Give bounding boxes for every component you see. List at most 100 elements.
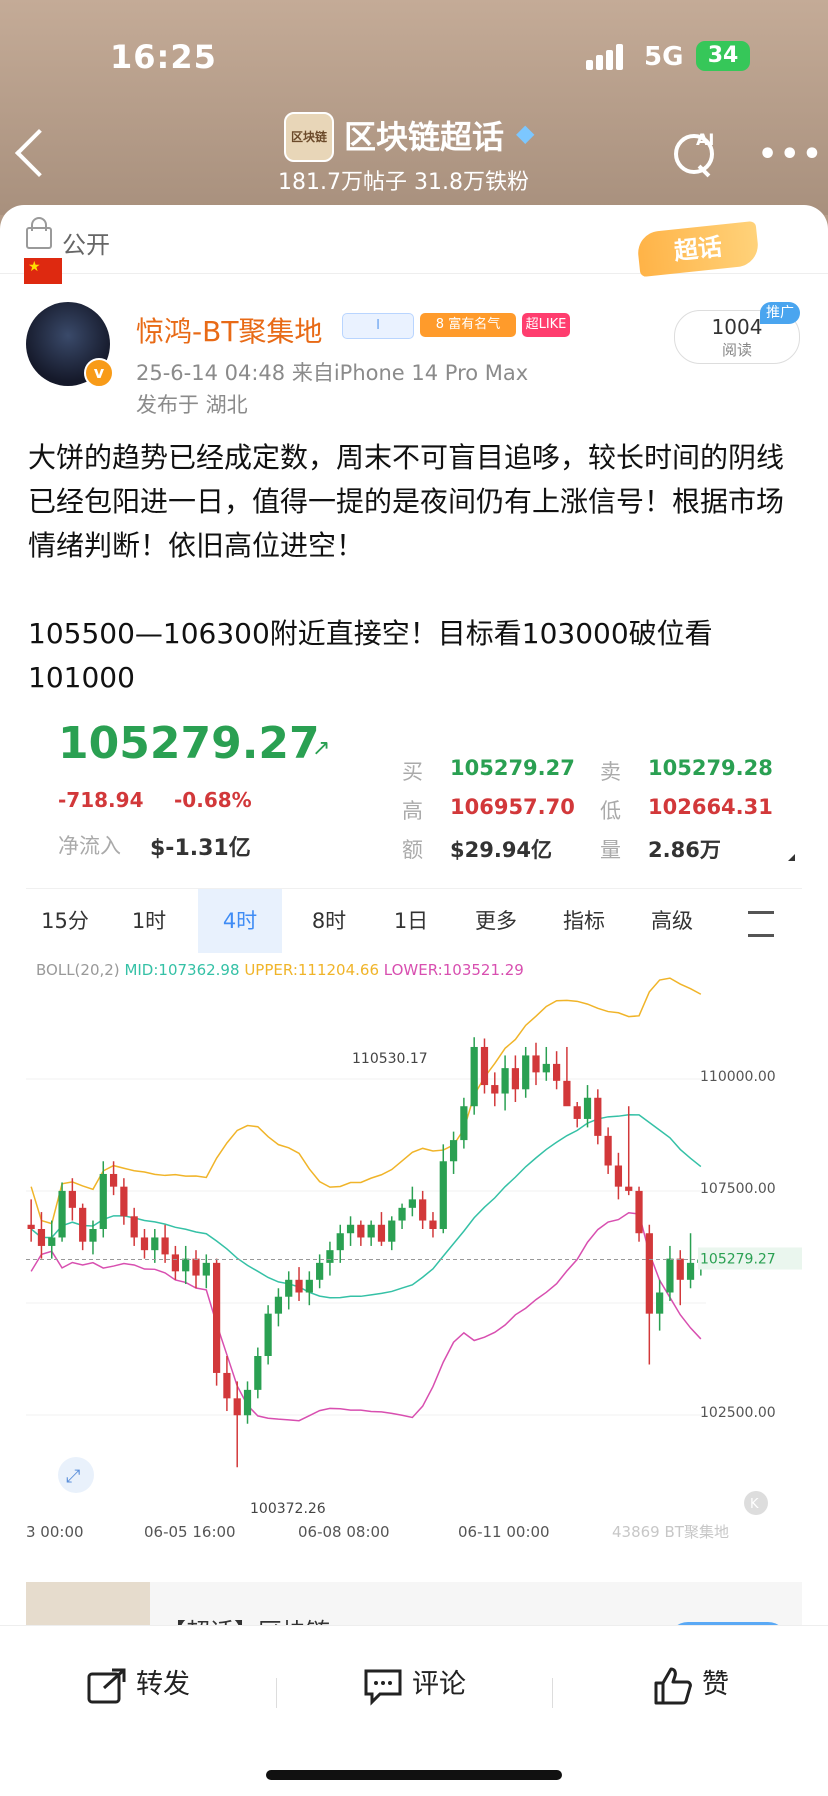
candle-body (501, 1068, 509, 1094)
back-icon[interactable] (14, 128, 64, 178)
battery-icon: 34 (696, 41, 750, 71)
candle-body (686, 1262, 695, 1280)
superlike-badge: 超LIKE (522, 313, 570, 337)
tab-1d[interactable]: 1日 (376, 889, 446, 953)
sell-label: 卖 (600, 760, 621, 784)
quote-panel: 105279.27 ↗ -718.94 -0.68% 净流入 $-1.31亿 买… (26, 712, 802, 870)
tab-advanced[interactable]: 高级 (630, 889, 714, 953)
arrow-up-icon: ↗ (312, 736, 331, 761)
candle-body (151, 1237, 159, 1251)
x-tick-1: 06-05 16:00 (144, 1523, 236, 1541)
candle-body (346, 1224, 355, 1234)
like-button[interactable]: 赞 (652, 1660, 729, 1710)
x-tick-2: 06-08 08:00 (298, 1523, 390, 1541)
low-label: 低 (600, 799, 621, 823)
author-name[interactable]: 惊鸿-BT聚集地 (136, 310, 322, 350)
candle-body (274, 1296, 283, 1314)
candle-body (645, 1233, 653, 1314)
sell-value: 105279.28 (648, 756, 773, 780)
boll-mid-line (30, 1113, 702, 1299)
boll-legend: BOLL(20,2) MID:107362.98 UPPER:111204.66… (36, 961, 524, 979)
candle-body (285, 1279, 293, 1297)
amount-label: 额 (402, 838, 423, 862)
home-indicator (266, 1770, 562, 1780)
candle-body (223, 1372, 231, 1399)
tab-1h[interactable]: 1时 (110, 889, 188, 953)
ai-search-button[interactable]: AI (670, 130, 714, 178)
candle-body (449, 1140, 458, 1162)
comment-button[interactable]: 评论 (362, 1660, 466, 1710)
candle-body (68, 1190, 76, 1208)
candle-body (491, 1085, 499, 1094)
read-label: 阅读 (721, 341, 752, 359)
fame-badge: 8 富有名气 (420, 313, 516, 337)
post-text: 大饼的趋势已经成定数，周末不可盲目追哆，较长时间的阴线已经包阳进一日，值得一提的… (28, 441, 785, 694)
candle-body (542, 1063, 550, 1073)
amount-value: $29.94亿 (450, 838, 553, 862)
chart-settings-icon[interactable] (748, 911, 774, 937)
candlestick-chart[interactable]: BOLL(20,2) MID:107362.98 UPPER:111204.66… (26, 955, 802, 1545)
action-bar: 转发 评论 赞 (0, 1625, 828, 1796)
candle-body (604, 1135, 612, 1166)
network-type: 5G (644, 42, 684, 72)
buy-value: 105279.27 (450, 756, 575, 780)
candle-body (264, 1313, 272, 1356)
candle-body (625, 1186, 633, 1191)
candle-body (583, 1097, 592, 1119)
candle-body (140, 1237, 149, 1251)
candle-body (439, 1161, 447, 1229)
chart-svg: 110000.00 107500.00 105279.27 102500.00 … (26, 977, 802, 1541)
chaohua-badge: 超话 (636, 220, 760, 278)
footer-divider (552, 1678, 553, 1708)
candle-body (470, 1046, 478, 1107)
buy-label: 买 (402, 760, 423, 784)
footer-divider (276, 1678, 277, 1708)
candle-body (635, 1190, 643, 1234)
chart-tabs: 15分 1时 4时 8时 1日 更多 指标 高级 (26, 888, 802, 953)
share-button[interactable]: 转发 (86, 1660, 190, 1710)
candle-body (99, 1173, 107, 1229)
candle-body (676, 1258, 684, 1280)
candle-body (357, 1224, 365, 1238)
more-icon[interactable]: ••• (758, 140, 825, 170)
candle-body (614, 1165, 623, 1187)
tab-indicators[interactable]: 指标 (542, 889, 626, 953)
candle-body (573, 1106, 581, 1119)
candle-body (192, 1258, 200, 1276)
y-tick-110000: 110000.00 (700, 1069, 776, 1085)
candle-body (79, 1207, 87, 1242)
low-value: 102664.31 (648, 795, 773, 819)
tab-4h[interactable]: 4时 (198, 889, 282, 953)
candle-body (37, 1229, 46, 1246)
svg-text:K: K (750, 1497, 759, 1512)
candle-body (480, 1046, 489, 1086)
x-tick-0: 3 00:00 (26, 1523, 84, 1541)
candle-body (89, 1229, 97, 1242)
price-change: -718.94 (58, 788, 144, 812)
candle-body (213, 1262, 221, 1373)
candle-body (563, 1080, 571, 1107)
candle-body (388, 1220, 396, 1242)
net-inflow-value: $-1.31亿 (150, 836, 251, 861)
verified-icon: v (84, 358, 114, 388)
post-meta: 25-6-14 04:48 来自iPhone 14 Pro Max (136, 361, 529, 385)
tab-more[interactable]: 更多 (454, 889, 538, 953)
tab-15m[interactable]: 15分 (26, 889, 104, 953)
visibility-row: 公开 超话 (0, 205, 828, 278)
candle-body (305, 1279, 313, 1293)
candle-body (171, 1254, 179, 1272)
topic-stats: 181.7万帖子 31.8万铁粉 (278, 170, 529, 195)
topic-logo[interactable]: 区块链 (284, 112, 334, 162)
promo-tag: 推广 (760, 302, 800, 324)
candle-body (182, 1258, 190, 1272)
y-tick-last: 105279.27 (700, 1252, 776, 1268)
diamond-icon: ◆ (516, 119, 535, 147)
tab-8h[interactable]: 8时 (290, 889, 368, 953)
candle-body (130, 1216, 138, 1238)
signal-icon (586, 44, 632, 70)
post-location: 发布于 湖北 (136, 393, 248, 417)
expand-icon[interactable] (788, 854, 795, 861)
topic-title[interactable]: 区块链超话 (344, 112, 504, 158)
candle-body (243, 1389, 252, 1416)
topic-header: 16:25 5G 34 区块链 区块链超话 ◆ 181.7万帖子 31.8万铁粉… (0, 0, 828, 215)
